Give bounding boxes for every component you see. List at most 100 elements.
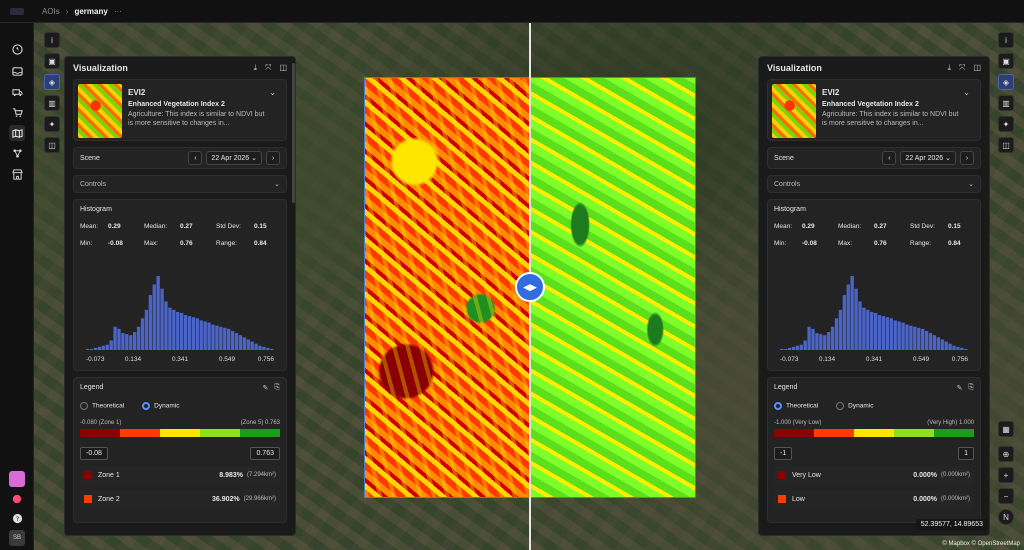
radio-dynamic[interactable]: Dynamic xyxy=(836,402,873,410)
histogram-bar xyxy=(227,328,231,350)
legend-color-ramp[interactable] xyxy=(80,429,280,437)
raster-left-dynamic xyxy=(365,78,530,497)
histogram-bar xyxy=(125,334,129,350)
histogram-bar xyxy=(932,335,937,350)
edit-icon[interactable]: ✎ xyxy=(263,384,269,392)
store-icon[interactable] xyxy=(9,166,25,182)
inbox-icon[interactable] xyxy=(9,63,25,79)
scene-date-dropdown[interactable]: 22 Apr 2026 ⌄ xyxy=(206,151,262,165)
app-logo[interactable] xyxy=(0,7,34,15)
help-icon[interactable]: ? xyxy=(9,510,25,526)
histogram-card: Histogram Mean: 0.29 Median: 0.27 Std De… xyxy=(767,199,981,371)
truck-icon[interactable] xyxy=(9,84,25,100)
sparkle-icon[interactable]: ✦ xyxy=(44,116,60,132)
panel-toggle-icon[interactable]: ◫ xyxy=(279,63,287,73)
panel-scrollbar[interactable] xyxy=(292,63,295,203)
chart-icon[interactable]: ▥ xyxy=(44,95,60,111)
crosshair-icon[interactable]: ⊕ xyxy=(998,446,1014,462)
edit-icon[interactable]: ✎ xyxy=(957,384,963,392)
export-icon[interactable]: ⎘ xyxy=(968,384,974,392)
legend-range-low: -1.000 (Very Low) xyxy=(774,420,822,426)
layers-icon[interactable]: ◈ xyxy=(44,74,60,90)
map-icon[interactable] xyxy=(9,125,25,141)
split-view-icon[interactable]: ◫ xyxy=(998,137,1014,153)
map-canvas[interactable]: ◀▶ i ▣ ◈ ▥ ✦ ◫ i ▣ ◈ ▥ ✦ ◫ ▦ ⊕ + − N Vis… xyxy=(34,23,1024,550)
more-options-button[interactable]: ··· xyxy=(114,7,122,16)
legend-range-high: (Very High) 1.000 xyxy=(927,420,974,426)
legend-min-input[interactable]: -0.08 xyxy=(80,447,108,460)
sparkle-icon[interactable]: ✦ xyxy=(998,116,1014,132)
histogram-bar xyxy=(258,345,262,350)
breadcrumb-aois[interactable]: AOIs xyxy=(42,7,60,16)
stat-median: 0.27 xyxy=(180,223,193,230)
panel-toggle-icon[interactable]: ◫ xyxy=(973,63,981,73)
histogram-bar xyxy=(238,335,243,350)
raster-right-theoretical xyxy=(530,78,695,497)
histogram-bar xyxy=(944,341,948,350)
controls-accordion[interactable]: Controls ⌄ xyxy=(73,175,287,193)
zoom-out-button[interactable]: − xyxy=(998,488,1014,504)
radio-theoretical[interactable]: Theoretical xyxy=(80,402,124,410)
collapse-icon[interactable]: ⤧ xyxy=(959,63,965,73)
compass-button[interactable]: N xyxy=(998,509,1014,525)
radio-theoretical[interactable]: Theoretical xyxy=(774,402,818,410)
layer-card[interactable]: EVI2 Enhanced Vegetation Index 2 Agricul… xyxy=(767,79,981,141)
stat-label: Mean: xyxy=(774,223,793,230)
legend-card: Legend ✎ ⎘ Theoretical Dynamic -0.080 (Z… xyxy=(73,377,287,523)
export-icon[interactable]: ⎘ xyxy=(274,384,280,392)
collapse-icon[interactable]: ⤧ xyxy=(265,63,271,73)
zone-percent: 8.983% xyxy=(219,471,243,479)
legend-zone-row: Low 0.000% (0.000km²) xyxy=(774,490,974,508)
radio-dynamic[interactable]: Dynamic xyxy=(142,402,179,410)
histogram-bar xyxy=(780,348,784,350)
download-icon[interactable]: ⤓ xyxy=(947,63,951,73)
histogram-bar xyxy=(183,315,188,350)
histogram-bar xyxy=(905,324,909,350)
breadcrumb-current[interactable]: germany xyxy=(74,7,107,16)
chart-icon[interactable]: ▥ xyxy=(998,95,1014,111)
chevron-down-icon[interactable]: ⌄ xyxy=(269,88,276,97)
prev-scene-button[interactable]: ‹ xyxy=(882,151,897,165)
histogram-bar xyxy=(121,333,125,350)
next-scene-button[interactable]: › xyxy=(960,151,974,165)
compare-swipe-handle[interactable]: ◀▶ xyxy=(515,272,545,302)
download-icon[interactable]: ⤓ xyxy=(253,63,257,73)
split-view-icon[interactable]: ◫ xyxy=(44,137,60,153)
notification-icon[interactable] xyxy=(9,491,25,507)
histogram-bar xyxy=(187,316,192,350)
legend-max-input[interactable]: 0.763 xyxy=(250,447,280,460)
cart-icon[interactable] xyxy=(9,104,25,120)
legend-zone-row: Zone 2 36.902% (29.966km²) xyxy=(80,490,280,508)
layers-icon[interactable]: ◈ xyxy=(998,74,1014,90)
histogram-card: Histogram Mean: 0.29 Median: 0.27 Std De… xyxy=(73,199,287,371)
info-icon[interactable]: i xyxy=(44,32,60,48)
histogram-bar xyxy=(215,325,219,350)
controls-accordion[interactable]: Controls ⌄ xyxy=(767,175,981,193)
chevron-down-icon[interactable]: ⌄ xyxy=(963,88,970,97)
histogram-bar xyxy=(270,348,274,350)
image-icon[interactable]: ▣ xyxy=(44,53,60,69)
info-icon[interactable]: i xyxy=(998,32,1014,48)
stat-label: Mean: xyxy=(80,223,99,230)
legend-max-input[interactable]: 1 xyxy=(958,447,974,460)
calculator-icon[interactable]: ▦ xyxy=(998,421,1014,437)
legend-min-input[interactable]: -1 xyxy=(774,447,793,460)
stat-mean: 0.29 xyxy=(802,223,815,230)
map-attribution[interactable]: © Mapbox © OpenStreetMap xyxy=(942,541,1020,547)
compass-icon[interactable] xyxy=(9,41,25,57)
zoom-in-button[interactable]: + xyxy=(998,467,1014,483)
prev-scene-button[interactable]: ‹ xyxy=(188,151,203,165)
apps-icon[interactable] xyxy=(9,471,25,487)
avatar[interactable]: SB xyxy=(9,530,25,546)
layer-card[interactable]: EVI2 Enhanced Vegetation Index 2 Agricul… xyxy=(73,79,287,141)
image-icon[interactable]: ▣ xyxy=(998,53,1014,69)
legend-color-ramp[interactable] xyxy=(774,429,974,437)
histogram-bar xyxy=(799,344,803,350)
graph-icon[interactable] xyxy=(9,145,25,161)
histogram-bar xyxy=(160,288,164,350)
histogram-bar xyxy=(819,334,823,350)
legend-card: Legend ✎ ⎘ Theoretical Dynamic -1.000 (V… xyxy=(767,377,981,523)
next-scene-button[interactable]: › xyxy=(266,151,280,165)
scene-date-dropdown[interactable]: 22 Apr 2026 ⌄ xyxy=(900,151,956,165)
histogram-bar xyxy=(866,309,870,350)
